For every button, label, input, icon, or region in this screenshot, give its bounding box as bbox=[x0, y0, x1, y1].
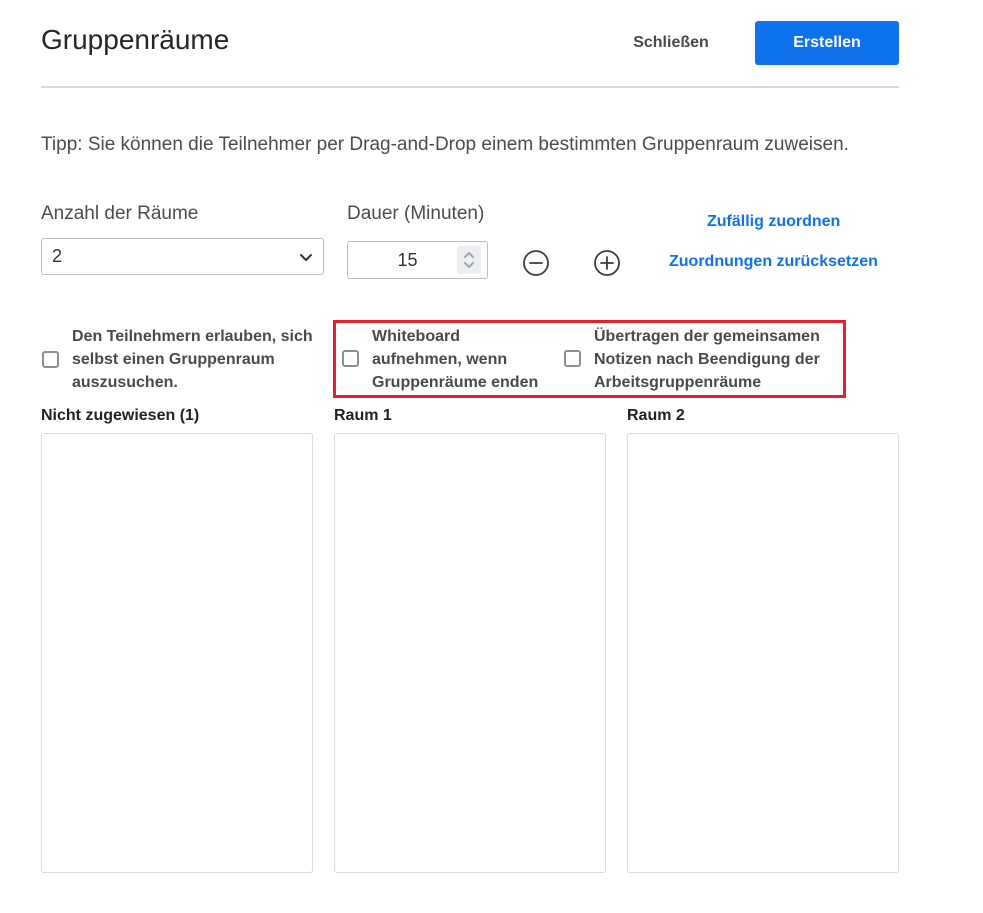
header-divider bbox=[41, 86, 899, 88]
record-whiteboard-label: Whiteboard aufnehmen, wenn Gruppenräume … bbox=[372, 328, 539, 391]
transfer-notes-checkbox[interactable] bbox=[564, 350, 581, 367]
room-1-column-title: Raum 1 bbox=[334, 407, 392, 424]
duration-stepper[interactable]: 15 bbox=[347, 241, 488, 279]
page-title: Gruppenräume bbox=[41, 24, 230, 55]
duration-value: 15 bbox=[397, 249, 418, 270]
allow-self-select-checkbox[interactable] bbox=[42, 351, 59, 368]
rooms-count-select[interactable]: 2 bbox=[41, 238, 324, 275]
random-assign-link[interactable]: Zufällig zuordnen bbox=[707, 213, 840, 231]
rooms-count-value: 2 bbox=[52, 246, 63, 266]
reset-assignments-link[interactable]: Zuordnungen zurücksetzen bbox=[669, 253, 878, 271]
room-1-drop-zone[interactable] bbox=[334, 433, 606, 873]
allow-self-select-label: Den Teilnehmern erlauben, sich selbst ei… bbox=[72, 328, 313, 391]
create-button[interactable]: Erstellen bbox=[755, 21, 899, 65]
unassigned-drop-zone[interactable] bbox=[41, 433, 313, 873]
chevron-down-icon bbox=[299, 250, 313, 264]
unassigned-column-title: Nicht zugewiesen (1) bbox=[41, 407, 200, 424]
tip-text: Tipp: Sie können die Teilnehmer per Drag… bbox=[41, 134, 849, 155]
duration-label: Dauer (Minuten) bbox=[347, 203, 485, 224]
room-2-column-title: Raum 2 bbox=[627, 407, 685, 424]
record-whiteboard-checkbox[interactable] bbox=[342, 350, 359, 367]
room-2-drop-zone[interactable] bbox=[627, 433, 899, 873]
plus-circle-icon[interactable] bbox=[592, 248, 622, 278]
rooms-count-label: Anzahl der Räume bbox=[41, 203, 199, 224]
spinner-arrows-icon[interactable] bbox=[457, 246, 481, 274]
minus-circle-icon[interactable] bbox=[521, 248, 551, 278]
transfer-notes-label: Übertragen der gemeinsamen Notizen nach … bbox=[594, 328, 820, 391]
close-button[interactable]: Schließen bbox=[612, 22, 730, 64]
